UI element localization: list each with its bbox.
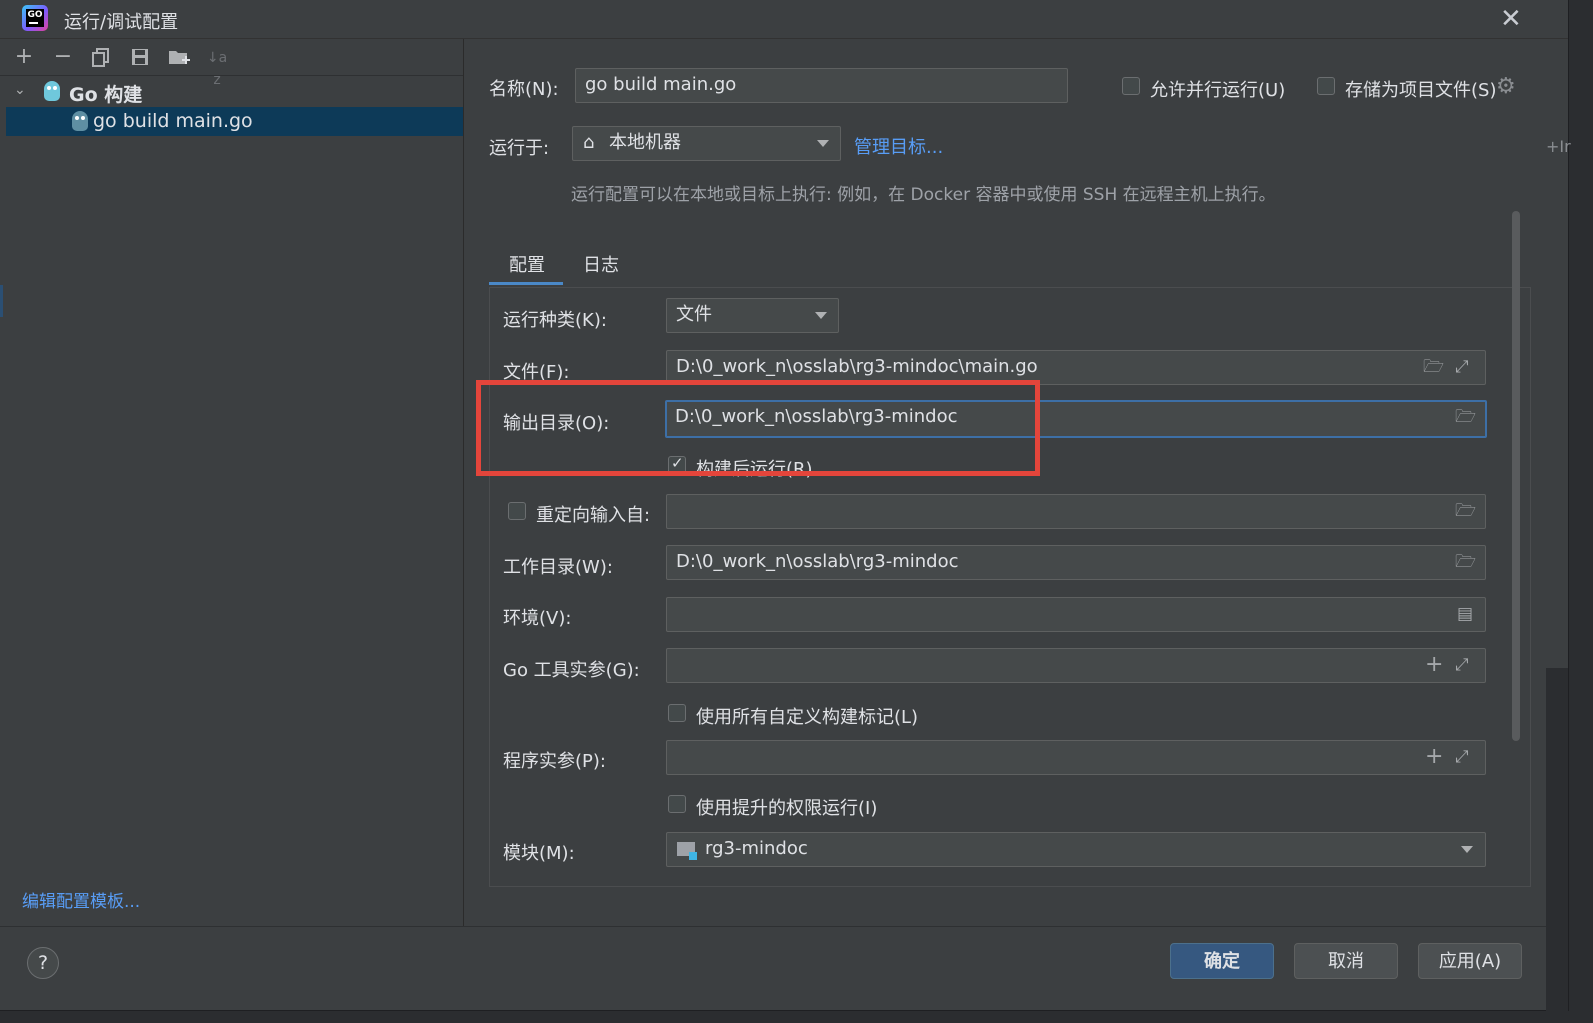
expand-icon[interactable]: ⤢ — [1455, 649, 1469, 681]
run-on-label: 运行于: — [489, 138, 550, 159]
chevron-down-icon[interactable]: ⌄ — [14, 82, 26, 98]
allow-parallel-checkbox[interactable] — [1122, 77, 1140, 95]
run-kind-select[interactable]: 文件 — [666, 298, 839, 333]
cancel-button[interactable]: 取消 — [1294, 943, 1398, 979]
go-tool-args-label: Go 工具实参(G): — [503, 660, 640, 681]
gopher-icon — [44, 81, 60, 101]
name-input[interactable]: go build main.go — [575, 68, 1068, 103]
run-kind-value: 文件 — [676, 304, 712, 325]
plus-icon[interactable]: + — [1425, 741, 1443, 773]
gear-icon[interactable]: ⚙ — [1496, 74, 1516, 99]
goland-logo-icon: GO — [22, 5, 48, 31]
document-icon[interactable]: ▤ — [1457, 598, 1473, 630]
save-icon[interactable] — [129, 47, 151, 69]
manage-targets-link[interactable]: 管理目标... — [854, 133, 943, 159]
tree-item-go-build-main[interactable]: go build main.go — [6, 107, 463, 136]
tree-group-label: Go 构建 — [69, 84, 143, 106]
working-dir-value: D:\0_work_n\osslab\rg3-mindoc — [676, 551, 959, 572]
ok-button[interactable]: 确定 — [1170, 943, 1274, 979]
tree-group-go-build[interactable]: ⌄ Go 构建 — [0, 77, 463, 107]
output-dir-input[interactable]: D:\0_work_n\osslab\rg3-mindoc 🗁 — [665, 400, 1487, 438]
title-bar: GO 运行/调试配置 ✕ — [0, 0, 1568, 39]
tab-logs[interactable]: 日志 — [583, 251, 619, 277]
file-label: 文件(F): — [503, 362, 570, 383]
sort-alpha-icon[interactable]: ↓a z — [206, 47, 228, 88]
custom-build-tags-checkbox[interactable] — [668, 704, 686, 722]
working-dir-input[interactable]: D:\0_work_n\osslab\rg3-mindoc 🗁 — [666, 545, 1486, 580]
background-panel — [1546, 668, 1568, 1023]
expand-icon[interactable]: ⤢ — [1455, 741, 1469, 773]
custom-build-tags-label: 使用所有自定义构建标记(L) — [696, 707, 919, 728]
elevated-checkbox[interactable] — [668, 795, 686, 813]
store-as-file-label: 存储为项目文件(S) — [1345, 80, 1497, 101]
module-badge-icon — [689, 852, 697, 860]
file-value: D:\0_work_n\osslab\rg3-mindoc\main.go — [676, 356, 1038, 377]
name-label: 名称(N): — [489, 79, 559, 100]
program-args-input[interactable]: + ⤢ — [666, 740, 1486, 775]
chevron-down-icon — [1461, 846, 1473, 853]
store-as-file-checkbox[interactable] — [1317, 77, 1335, 95]
folder-open-icon[interactable]: 🗁 — [1455, 402, 1476, 432]
redirect-input-checkbox[interactable] — [508, 502, 526, 520]
run-on-select[interactable]: ⌂ 本地机器 — [572, 126, 841, 161]
tree-item-label: go build main.go — [93, 110, 253, 132]
module-select[interactable]: rg3-mindoc — [666, 832, 1486, 867]
help-button[interactable]: ? — [27, 947, 59, 979]
go-tool-args-input[interactable]: + ⤢ — [666, 648, 1486, 683]
allow-parallel-label: 允许并行运行(U) — [1150, 80, 1286, 101]
redirect-input-field[interactable]: 🗁 — [666, 494, 1486, 529]
home-icon: ⌂ — [583, 132, 595, 153]
tree-toolbar: + − ↓a z — [0, 39, 463, 88]
run-kind-label: 运行种类(K): — [503, 310, 607, 331]
file-input[interactable]: D:\0_work_n\osslab\rg3-mindoc\main.go 🗁 … — [666, 350, 1486, 385]
active-tab-indicator — [489, 282, 563, 285]
apply-button[interactable]: 应用(A) — [1418, 943, 1522, 979]
config-tree-panel: + − ↓a z ⌄ Go 构建 go build main.go 编辑配置模板… — [0, 39, 464, 927]
copy-icon[interactable] — [90, 47, 112, 69]
redirect-input-label: 重定向输入自: — [536, 505, 651, 526]
chevron-down-icon — [815, 312, 827, 319]
new-folder-icon[interactable] — [168, 47, 190, 69]
minus-icon[interactable]: − — [52, 46, 74, 69]
working-dir-label: 工作目录(W): — [503, 557, 613, 578]
tab-configuration[interactable]: 配置 — [509, 251, 545, 277]
environment-input[interactable]: ▤ — [666, 597, 1486, 632]
folder-open-icon[interactable]: 🗁 — [1455, 495, 1476, 527]
vertical-scrollbar[interactable] — [1512, 211, 1520, 741]
run-after-build-checkbox[interactable] — [668, 454, 686, 474]
background-edge-text: +Ir — [1546, 137, 1571, 156]
run-on-value: 本地机器 — [609, 132, 681, 153]
output-dir-value: D:\0_work_n\osslab\rg3-mindoc — [675, 406, 958, 427]
window-title: 运行/调试配置 — [64, 12, 179, 33]
program-args-label: 程序实参(P): — [503, 751, 606, 772]
expand-icon[interactable]: ⤢ — [1455, 351, 1469, 383]
close-icon[interactable]: ✕ — [1500, 4, 1522, 34]
background-divider — [0, 285, 3, 317]
plus-icon[interactable]: + — [13, 46, 35, 69]
folder-open-icon[interactable]: 🗁 — [1455, 546, 1476, 578]
elevated-label: 使用提升的权限运行(I) — [696, 798, 878, 819]
run-debug-config-dialog: GO 运行/调试配置 ✕ + − ↓a z ⌄ Go 构建 go build m… — [0, 0, 1569, 1011]
edit-config-templates-link[interactable]: 编辑配置模板... — [22, 887, 140, 912]
dialog-footer: ? 确定 取消 应用(A) — [0, 926, 1568, 1010]
module-value: rg3-mindoc — [705, 838, 808, 859]
folder-open-icon[interactable]: 🗁 — [1423, 351, 1444, 383]
gopher-icon — [72, 111, 88, 131]
plus-icon[interactable]: + — [1425, 649, 1443, 681]
environment-label: 环境(V): — [503, 608, 572, 629]
run-on-hint: 运行配置可以在本地或目标上执行: 例如，在 Docker 容器中或使用 SSH … — [571, 185, 1276, 205]
module-label: 模块(M): — [503, 843, 575, 864]
output-dir-label: 输出目录(O): — [503, 413, 610, 434]
chevron-down-icon — [817, 140, 829, 147]
run-after-build-label: 构建后运行(R) — [696, 459, 813, 480]
config-editor: 名称(N): go build main.go 允许并行运行(U) 存储为项目文… — [464, 39, 1568, 927]
